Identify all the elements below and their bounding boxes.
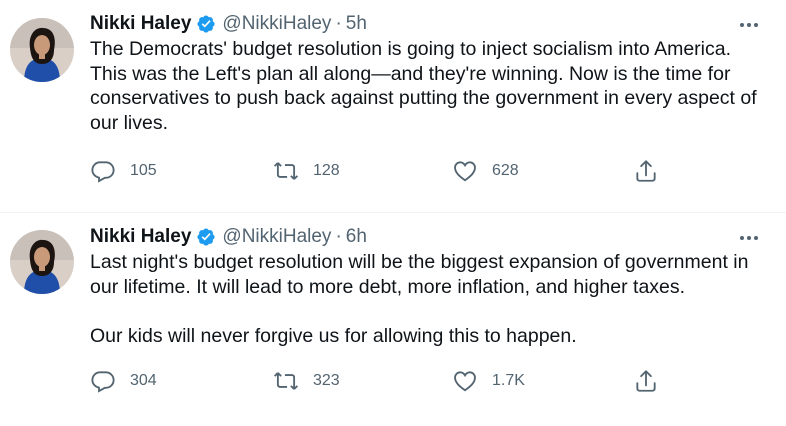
tweet[interactable]: Nikki Haley @NikkiHaley · 5h The Democra… [0,0,786,213]
share-button[interactable] [633,158,659,184]
like-count: 628 [492,162,519,179]
reply-bubble-icon [90,158,116,184]
reply-count: 105 [130,162,157,179]
tweet[interactable]: Nikki Haley @NikkiHaley · 6h Last night'… [0,213,786,426]
tweet-text: Last night's budget resolution will be t… [90,250,770,348]
tweet-paragraph: The Democrats' budget resolution is goin… [90,38,757,134]
timestamp[interactable]: 5h [346,13,367,35]
tweet-text: The Democrats' budget resolution is goin… [90,37,770,135]
reply-button[interactable]: 105 [90,158,157,184]
avatar[interactable] [10,230,74,294]
retweet-count: 128 [313,162,340,179]
verified-badge-icon [196,227,216,247]
avatar[interactable] [10,18,74,82]
reply-count: 304 [130,372,157,389]
share-upload-icon [633,368,659,394]
more-horizontal-icon[interactable] [736,227,762,247]
retweet-arrows-icon [273,158,299,184]
tweet-paragraph: Last night's budget resolution will be t… [90,251,749,298]
tweet-paragraph: Our kids will never forgive us for allow… [90,324,577,347]
author-name[interactable]: Nikki Haley [90,13,191,35]
share-button[interactable] [633,368,659,394]
author-handle[interactable]: @NikkiHaley [222,226,331,248]
more-horizontal-icon[interactable] [736,14,762,34]
reply-button[interactable]: 304 [90,368,157,394]
heart-icon [452,368,478,394]
retweet-arrows-icon [273,368,299,394]
heart-icon [452,158,478,184]
retweet-count: 323 [313,372,340,389]
like-count: 1.7K [492,372,525,389]
like-button[interactable]: 1.7K [452,368,525,394]
retweet-button[interactable]: 128 [273,158,340,184]
separator-dot: · [335,226,342,247]
like-button[interactable]: 628 [452,158,519,184]
author-name[interactable]: Nikki Haley [90,226,191,248]
reply-bubble-icon [90,368,116,394]
verified-badge-icon [196,14,216,34]
retweet-button[interactable]: 323 [273,368,340,394]
timestamp[interactable]: 6h [346,226,367,248]
separator-dot: · [335,13,342,34]
author-handle[interactable]: @NikkiHaley [222,13,331,35]
share-upload-icon [633,158,659,184]
